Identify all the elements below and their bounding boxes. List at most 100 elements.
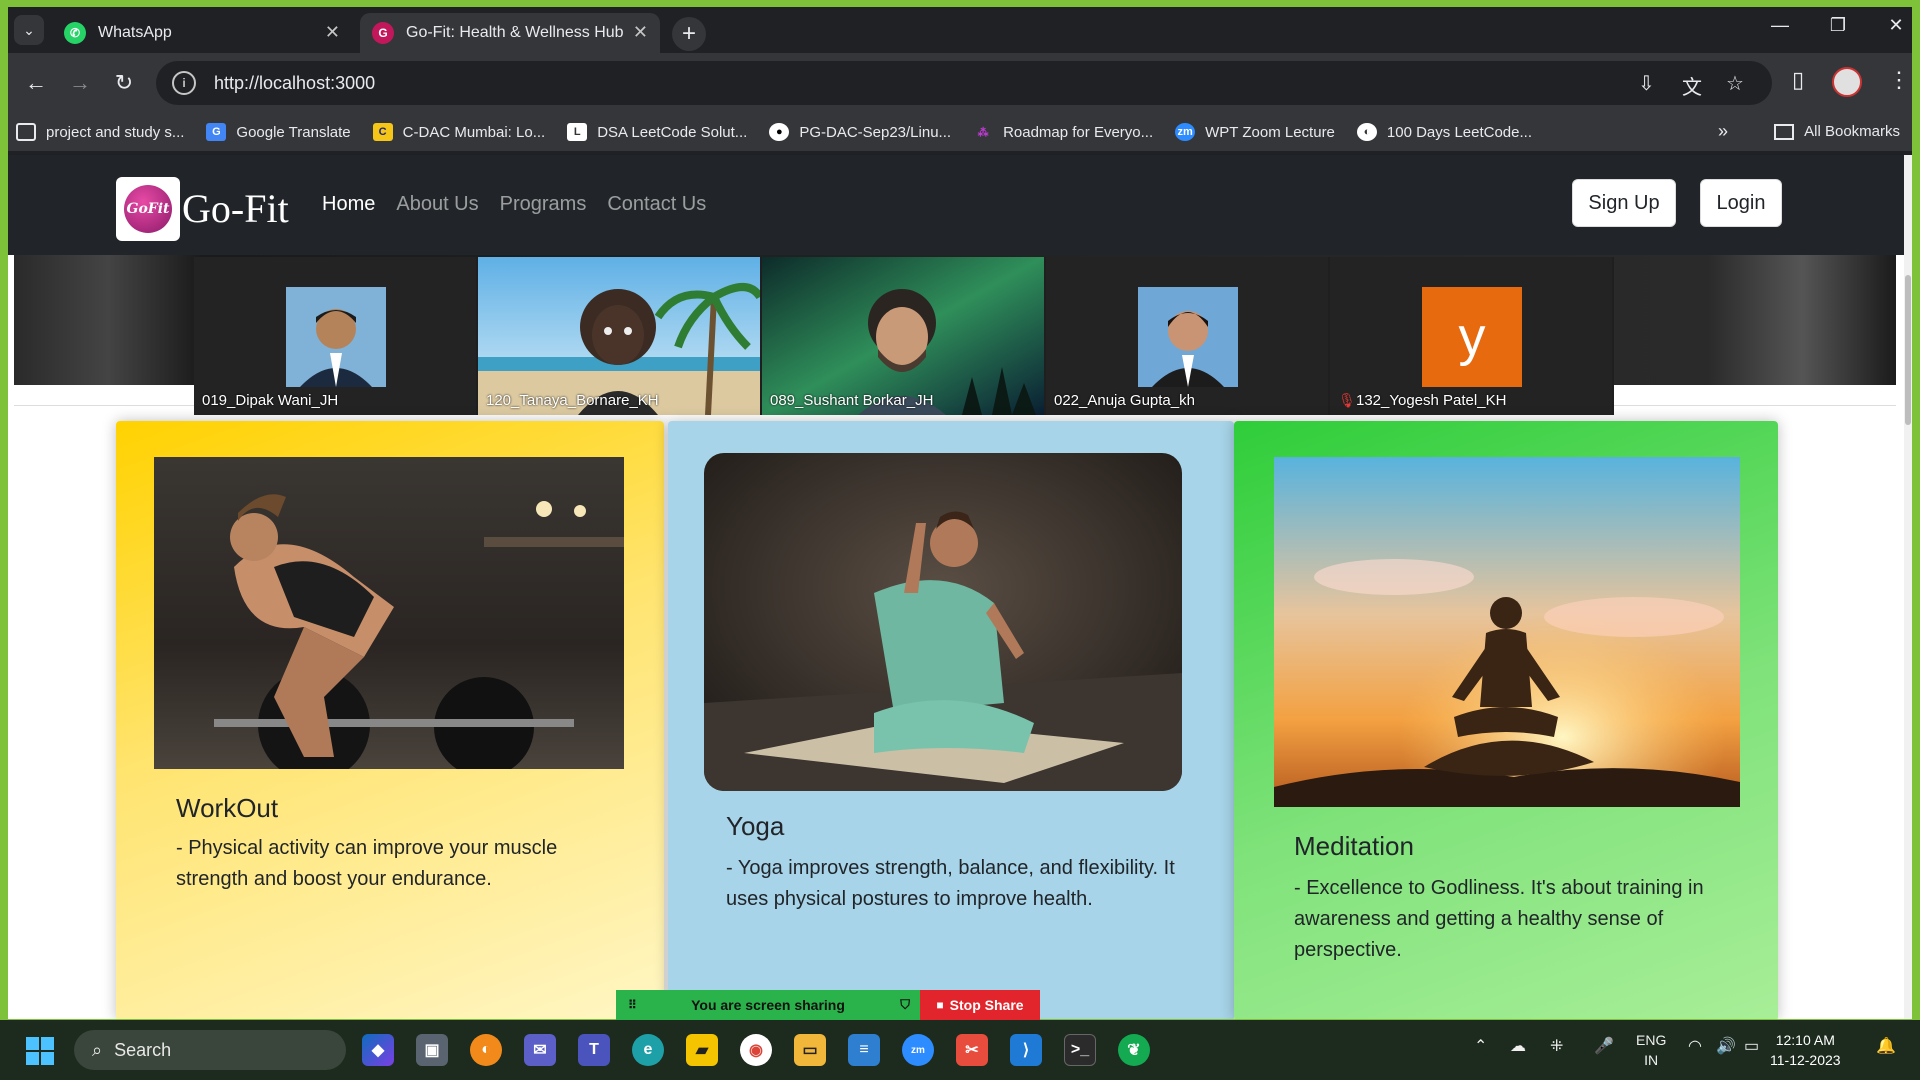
stop-share-label: Stop Share bbox=[949, 997, 1024, 1013]
nav-home[interactable]: Home bbox=[322, 193, 375, 216]
restore-button[interactable]: ❐ bbox=[1818, 15, 1858, 36]
bookmark-roadmap[interactable]: ⁂ Roadmap for Everyo... bbox=[973, 123, 1154, 141]
teams-icon[interactable]: T bbox=[578, 1034, 610, 1066]
nav-contact[interactable]: Contact Us bbox=[607, 193, 706, 216]
app-tray-icon[interactable]: ⁜ bbox=[1550, 1036, 1563, 1056]
participant-tile[interactable]: 089_Sushant Borkar_JH bbox=[762, 257, 1044, 415]
folder-icon bbox=[16, 123, 36, 141]
translate-icon[interactable]: 文 bbox=[1682, 71, 1702, 100]
tab-search-button[interactable]: ⌄ bbox=[14, 15, 44, 45]
side-panel-icon[interactable]: ▯ bbox=[1792, 67, 1804, 93]
site-info-icon[interactable]: i bbox=[172, 71, 196, 95]
sticky-notes-icon[interactable]: ▰ bbox=[686, 1034, 718, 1066]
windows-start-icon[interactable] bbox=[26, 1037, 54, 1065]
bookmark-cdac[interactable]: C C-DAC Mumbai: Lo... bbox=[372, 123, 545, 141]
language-indicator[interactable]: ENG IN bbox=[1636, 1030, 1666, 1070]
participant-avatar: y bbox=[1422, 287, 1522, 387]
notepad-icon[interactable]: ≡ bbox=[848, 1034, 880, 1066]
onedrive-icon[interactable]: ☁ bbox=[1510, 1036, 1526, 1056]
browser-app-icon[interactable]: ◐ bbox=[470, 1034, 502, 1066]
bookmark-100days[interactable]: ◐ 100 Days LeetCode... bbox=[1356, 123, 1532, 141]
share-status[interactable]: ⠿ You are screen sharing ⛉ bbox=[616, 990, 920, 1020]
minimize-button[interactable]: — bbox=[1760, 15, 1800, 36]
reload-icon[interactable]: ↻ bbox=[108, 67, 140, 99]
zoom-app-icon[interactable]: zm bbox=[902, 1034, 934, 1066]
windows-taskbar: ⌕ Search ◆ ▣ ◐ ✉ T e ▰ ◉ ▭ ≡ zm ✂ ⟩ >_ ❦… bbox=[0, 1020, 1920, 1080]
notification-bell-icon[interactable]: 🔔 bbox=[1876, 1036, 1896, 1056]
brand-name[interactable]: Go-Fit bbox=[182, 185, 289, 232]
vscode-icon[interactable]: ⟩ bbox=[1010, 1034, 1042, 1066]
participant-tile[interactable]: 022_Anuja Gupta_kh bbox=[1046, 257, 1328, 415]
clock[interactable]: 12:10 AM 11-12-2023 bbox=[1770, 1030, 1841, 1070]
taskbar-search-label: Search bbox=[114, 1039, 172, 1060]
bookmark-label: Roadmap for Everyo... bbox=[1003, 123, 1154, 141]
star-icon[interactable]: ☆ bbox=[1726, 71, 1744, 96]
nav-links: Home About Us Programs Contact Us bbox=[322, 193, 727, 216]
menu-kebab-icon[interactable]: ⋮ bbox=[1888, 67, 1910, 93]
taskbar-search[interactable]: ⌕ Search bbox=[74, 1030, 346, 1070]
page-scrollbar[interactable] bbox=[1904, 155, 1912, 1019]
tab-whatsapp[interactable]: ✆ WhatsApp ✕ bbox=[52, 13, 352, 53]
new-tab-button[interactable]: + bbox=[672, 17, 706, 51]
workout-card[interactable]: WorkOut - Physical activity can improve … bbox=[116, 421, 664, 1019]
profile-avatar[interactable] bbox=[1832, 67, 1862, 97]
copilot-icon[interactable]: ◆ bbox=[362, 1034, 394, 1066]
participant-tile[interactable]: 019_Dipak Wani_JH bbox=[194, 257, 476, 415]
bookmark-github[interactable]: ● PG-DAC-Sep23/Linu... bbox=[769, 123, 951, 141]
bookmark-wpt-zoom[interactable]: zm WPT Zoom Lecture bbox=[1175, 123, 1335, 141]
cdac-icon: C bbox=[372, 123, 393, 141]
volume-icon[interactable]: 🔊 bbox=[1716, 1036, 1736, 1056]
terminal-icon[interactable]: >_ bbox=[1064, 1034, 1096, 1066]
browser-toolbar: ← → ↻ i http://localhost:3000 ⇩ 文 ☆ ▯ ⋮ bbox=[8, 53, 1912, 113]
l-letter-icon: L bbox=[567, 123, 588, 141]
close-icon[interactable]: ✕ bbox=[633, 22, 648, 43]
microphone-icon[interactable]: 🎤 bbox=[1594, 1036, 1614, 1056]
gofit-logo[interactable]: GoFit bbox=[116, 177, 180, 241]
edge-icon[interactable]: e bbox=[632, 1034, 664, 1066]
mongodb-icon[interactable]: ❦ bbox=[1118, 1034, 1150, 1066]
close-window-button[interactable]: ✕ bbox=[1876, 15, 1912, 36]
url-text: http://localhost:3000 bbox=[214, 72, 376, 93]
chevron-up-icon[interactable]: ⌃ bbox=[1474, 1036, 1487, 1056]
meditation-card[interactable]: Meditation - Excellence to Godliness. It… bbox=[1234, 421, 1778, 1019]
tab-gofit[interactable]: G Go-Fit: Health & Wellness Hub ✕ bbox=[360, 13, 660, 53]
all-bookmarks[interactable]: All Bookmarks bbox=[1774, 123, 1900, 140]
forward-arrow-icon[interactable]: → bbox=[64, 67, 96, 99]
teams-chat-icon[interactable]: ✉ bbox=[524, 1034, 556, 1066]
tab-title: Go-Fit: Health & Wellness Hub bbox=[406, 24, 624, 41]
drag-handle-icon[interactable]: ⠿ bbox=[628, 998, 637, 1012]
chrome-icon[interactable]: ◉ bbox=[740, 1034, 772, 1066]
bookmark-folder[interactable]: project and study s... bbox=[16, 123, 184, 141]
file-explorer-icon[interactable]: ▭ bbox=[794, 1034, 826, 1066]
more-bookmarks-icon[interactable]: » bbox=[1718, 121, 1728, 142]
github-icon: ● bbox=[769, 123, 790, 141]
participant-tile[interactable]: y 🎙 132_Yogesh Patel_KH bbox=[1330, 257, 1612, 415]
card-text: - Physical activity can improve your mus… bbox=[176, 837, 558, 890]
nav-about[interactable]: About Us bbox=[396, 193, 478, 216]
participant-name: 022_Anuja Gupta_kh bbox=[1054, 392, 1195, 409]
participant-name: 120_Tanaya_Bornare_KH bbox=[486, 392, 659, 409]
battery-icon[interactable]: ▭ bbox=[1744, 1036, 1759, 1056]
bookmark-dsa[interactable]: L DSA LeetCode Solut... bbox=[567, 123, 747, 141]
back-arrow-icon[interactable]: ← bbox=[20, 67, 52, 99]
login-button[interactable]: Login bbox=[1700, 179, 1782, 227]
install-app-icon[interactable]: ⇩ bbox=[1638, 71, 1655, 96]
wifi-icon[interactable]: ◠ bbox=[1688, 1036, 1702, 1056]
task-view-icon[interactable]: ▣ bbox=[416, 1034, 448, 1066]
bookmark-google-translate[interactable]: G Google Translate bbox=[206, 123, 351, 141]
address-bar[interactable]: i http://localhost:3000 ⇩ 文 ☆ bbox=[156, 61, 1772, 105]
nav-programs[interactable]: Programs bbox=[500, 193, 587, 216]
workout-image bbox=[154, 457, 624, 769]
stop-share-button[interactable]: ■ Stop Share bbox=[920, 990, 1040, 1020]
yoga-card[interactable]: Yoga - Yoga improves strength, balance, … bbox=[668, 421, 1234, 1019]
scrollbar-thumb[interactable] bbox=[1905, 275, 1911, 425]
meditation-image bbox=[1274, 457, 1740, 807]
bookmarks-bar: project and study s... G Google Translate… bbox=[8, 113, 1912, 151]
yoga-image bbox=[704, 453, 1182, 791]
snipping-tool-icon[interactable]: ✂ bbox=[956, 1034, 988, 1066]
signup-button[interactable]: Sign Up bbox=[1572, 179, 1676, 227]
all-bookmarks-label: All Bookmarks bbox=[1804, 123, 1900, 140]
close-icon[interactable]: ✕ bbox=[325, 22, 340, 43]
participant-name: 132_Yogesh Patel_KH bbox=[1356, 392, 1507, 409]
participant-tile[interactable]: 120_Tanaya_Bornare_KH bbox=[478, 257, 760, 415]
